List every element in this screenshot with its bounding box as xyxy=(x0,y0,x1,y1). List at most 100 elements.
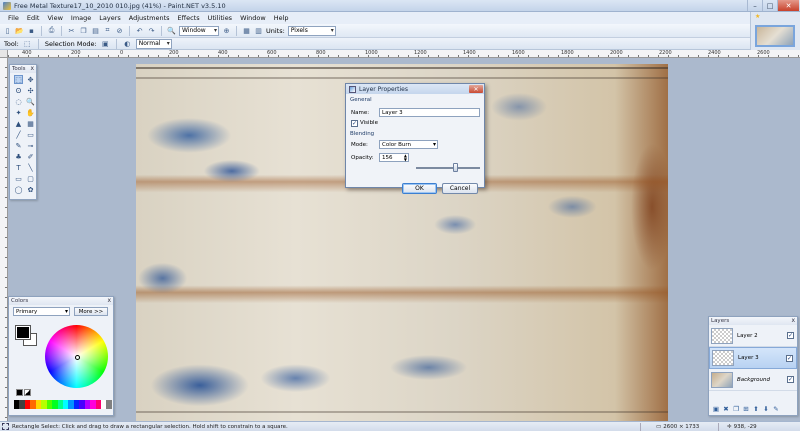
menu-adjustments[interactable]: Adjustments xyxy=(125,14,174,22)
ellipse-icon[interactable]: ◯ xyxy=(14,185,23,194)
pencil-icon[interactable]: ✎ xyxy=(14,141,23,150)
paint-bucket-icon[interactable]: ▲ xyxy=(14,119,23,128)
save-file-icon[interactable]: ▪ xyxy=(27,26,36,35)
copy-icon[interactable]: ❐ xyxy=(79,26,88,35)
rulers-toggle-icon[interactable]: ▥ xyxy=(254,26,263,35)
undo-icon[interactable]: ↶ xyxy=(135,26,144,35)
recolor-icon[interactable]: ✐ xyxy=(26,152,35,161)
more-colors-button[interactable]: More >> xyxy=(74,307,108,316)
opacity-slider-thumb[interactable] xyxy=(453,163,459,172)
tools-panel-header[interactable]: Tools x xyxy=(10,65,36,73)
tools-panel-close-button[interactable]: x xyxy=(30,65,34,72)
menu-image[interactable]: Image xyxy=(67,14,95,22)
print-icon[interactable]: ⎙ xyxy=(47,26,56,35)
layer-row-layer-2[interactable]: Layer 2 ✓ xyxy=(709,325,797,347)
layer-row-layer-3[interactable]: Layer 3 ✓ xyxy=(709,347,797,369)
rectangle-icon[interactable]: ▭ xyxy=(14,174,23,183)
zoom-in-icon[interactable]: ⊕ xyxy=(222,26,231,35)
freeform-shape-icon[interactable]: ✿ xyxy=(26,185,35,194)
swap-colors-icon[interactable] xyxy=(24,389,31,396)
gradient-icon[interactable]: ▦ xyxy=(26,119,35,128)
add-layer-icon[interactable]: ▣ xyxy=(712,405,720,413)
delete-layer-icon[interactable]: ✖ xyxy=(722,405,730,413)
text-icon[interactable]: T xyxy=(14,163,23,172)
color-palette xyxy=(14,400,112,409)
color-mode-select[interactable]: Primary xyxy=(13,307,70,316)
layer-visibility-checkbox[interactable]: ✓ xyxy=(786,354,793,362)
image-thumbnail-tab[interactable] xyxy=(755,25,795,47)
tool-label: Tool: xyxy=(4,39,19,48)
spin-arrows-icon[interactable]: ▲ ▼ xyxy=(404,154,407,162)
grid-toggle-icon[interactable]: ▦ xyxy=(242,26,251,35)
lasso-icon[interactable]: ʘ xyxy=(14,86,23,95)
magic-wand-icon[interactable]: ✦ xyxy=(14,108,23,117)
reset-colors-icon[interactable] xyxy=(16,389,23,396)
colors-panel-close-button[interactable]: x xyxy=(107,297,111,304)
maximize-button[interactable]: □ xyxy=(762,0,777,11)
cancel-button[interactable]: Cancel xyxy=(442,183,478,194)
paste-icon[interactable]: ▤ xyxy=(91,26,100,35)
eraser-icon[interactable]: ▭ xyxy=(26,130,35,139)
image-size-icon: ▭ xyxy=(656,423,662,430)
color-picker-icon[interactable]: ⊸ xyxy=(26,141,35,150)
merge-layer-icon[interactable]: ⊞ xyxy=(742,405,750,413)
layers-panel-header[interactable]: Layers x xyxy=(709,317,797,325)
dialog-close-button[interactable]: ✕ xyxy=(469,85,483,93)
ellipse-select-icon[interactable]: ◌ xyxy=(14,97,23,106)
clone-stamp-icon[interactable]: ♣ xyxy=(14,152,23,161)
visible-checkbox[interactable]: ✓ xyxy=(351,120,358,127)
paintbrush-icon[interactable]: ╱ xyxy=(14,130,23,139)
minimize-button[interactable]: – xyxy=(747,0,762,11)
close-window-button[interactable]: ✕ xyxy=(777,0,799,11)
pan-icon[interactable]: ✋ xyxy=(26,108,35,117)
menu-utilities[interactable]: Utilities xyxy=(204,14,236,22)
layer-name-input[interactable]: Layer 3 xyxy=(379,108,480,117)
layer-visibility-checkbox[interactable]: ✓ xyxy=(787,376,794,383)
colors-panel-header[interactable]: Colors x xyxy=(9,297,113,305)
blend-mode-dropdown[interactable]: Color Burn xyxy=(379,140,438,149)
new-file-icon[interactable]: ▯ xyxy=(3,26,12,35)
rectangle-select-icon[interactable]: ⬚ xyxy=(14,75,23,84)
layer-row-background[interactable]: Background ✓ xyxy=(709,369,797,391)
duplicate-layer-icon[interactable]: ❐ xyxy=(732,405,740,413)
opacity-spinbox[interactable]: 156 ▲ ▼ xyxy=(379,153,409,162)
palette-swatch[interactable] xyxy=(106,400,112,409)
menu-edit[interactable]: Edit xyxy=(23,14,44,22)
image-size: 2600 × 1733 xyxy=(663,423,700,430)
opacity-slider-track[interactable] xyxy=(416,167,480,169)
dialog-title-bar[interactable]: Layer Properties ✕ xyxy=(346,84,484,94)
move-icon[interactable]: ✥ xyxy=(26,75,35,84)
primary-color-swatch[interactable] xyxy=(15,325,31,340)
move-layer-down-icon[interactable]: ⬇ xyxy=(762,405,770,413)
current-tool-rectangle-select-icon[interactable]: ⬚ xyxy=(23,39,32,48)
layer-visibility-checkbox[interactable]: ✓ xyxy=(787,332,794,339)
selection-mode-replace-icon[interactable]: ▣ xyxy=(101,39,110,48)
menu-layers[interactable]: Layers xyxy=(95,14,125,22)
zoom-icon[interactable]: 🔍 xyxy=(26,97,35,106)
line-icon[interactable]: ╲ xyxy=(26,163,35,172)
redo-icon[interactable]: ↷ xyxy=(147,26,156,35)
cut-icon[interactable]: ✂ xyxy=(67,26,76,35)
open-file-icon[interactable]: 📂 xyxy=(15,26,24,35)
metal-seam-line xyxy=(136,67,668,69)
menu-help[interactable]: Help xyxy=(270,14,293,22)
crop-to-selection-icon[interactable]: ⌗ xyxy=(103,26,112,35)
blend-mode-select[interactable]: Normal xyxy=(135,38,172,49)
menu-view[interactable]: View xyxy=(43,14,66,22)
menu-file[interactable]: File xyxy=(4,14,23,22)
rounded-rectangle-icon[interactable]: ▢ xyxy=(26,174,35,183)
move-selection-icon[interactable]: ✣ xyxy=(26,86,35,95)
antialiasing-icon[interactable]: ◐ xyxy=(123,39,132,48)
zoom-select[interactable]: Window xyxy=(179,25,219,36)
color-wheel[interactable] xyxy=(45,325,108,388)
deselect-icon[interactable]: ⊘ xyxy=(115,26,124,35)
tool-options-bar: Tool: ⬚ Selection Mode: ▣ ◐ Normal xyxy=(0,38,750,50)
layers-panel-close-button[interactable]: x xyxy=(791,317,795,324)
layer-properties-icon[interactable]: ✎ xyxy=(772,405,780,413)
move-layer-up-icon[interactable]: ⬆ xyxy=(752,405,760,413)
ok-button[interactable]: OK xyxy=(402,183,437,194)
menu-effects[interactable]: Effects xyxy=(174,14,204,22)
menu-window[interactable]: Window xyxy=(236,14,270,22)
zoom-icon[interactable]: 🔍 xyxy=(167,26,176,35)
units-select[interactable]: Pixels xyxy=(287,25,336,36)
